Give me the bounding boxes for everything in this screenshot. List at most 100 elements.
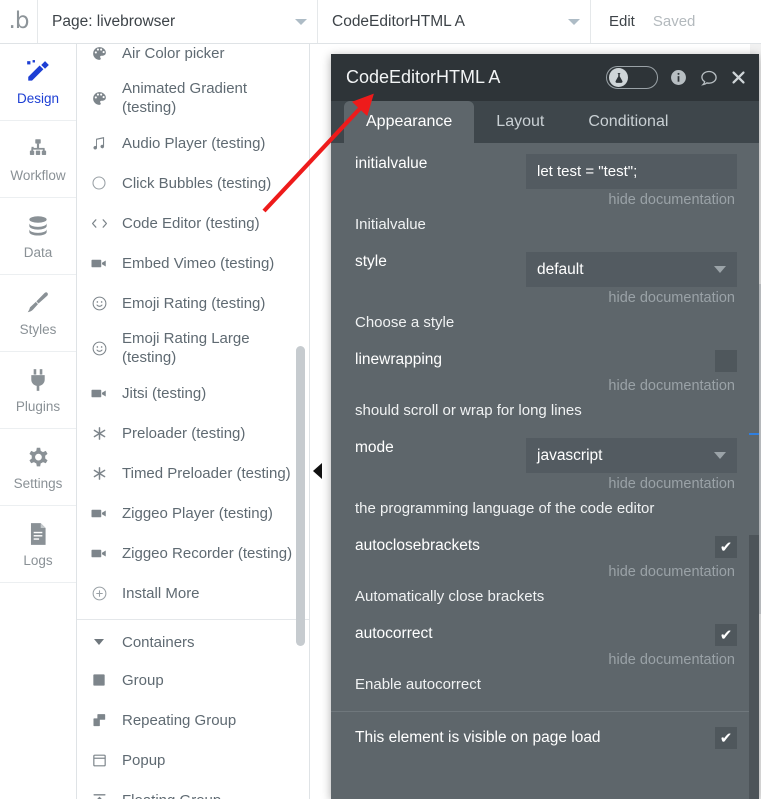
sidebar-item-logs[interactable]: Logs	[0, 506, 76, 583]
bubble-logo[interactable]: .b	[0, 0, 38, 43]
sidebar-item-label: Logs	[23, 552, 53, 568]
panel-gutter	[309, 44, 331, 799]
property-row-visible-on-load: This element is visible on page load ✔	[331, 712, 759, 749]
list-item[interactable]: Repeating Group	[77, 700, 309, 740]
autocorrect-checkbox[interactable]: ✔	[715, 624, 737, 646]
property-editor-scrollbar-thumb[interactable]	[749, 143, 759, 535]
list-item[interactable]: Popup	[77, 740, 309, 780]
property-row-autocorrect: autocorrect ✔ hide documentation Enable …	[331, 613, 759, 701]
video-camera-icon	[89, 387, 109, 400]
sidebar-item-label: Settings	[13, 475, 63, 491]
mode-select[interactable]: javascript	[526, 438, 737, 473]
palette-icon	[89, 90, 109, 107]
property-editor-tabs: Appearance Layout Conditional	[331, 101, 759, 143]
page-selector-label: Page: livebrowser	[52, 12, 176, 30]
tab-appearance[interactable]: Appearance	[344, 101, 475, 143]
tab-label: Conditional	[588, 113, 669, 130]
popup-window-icon	[89, 752, 109, 769]
sidebar-item-styles[interactable]: Styles	[0, 275, 76, 352]
bubble-editor-window: .b Page: livebrowser CodeEditorHTML A Ed…	[0, 0, 761, 799]
asterisk-icon	[89, 465, 109, 482]
list-item[interactable]: Ziggeo Recorder (testing)	[77, 533, 309, 573]
tab-label: Appearance	[366, 113, 453, 130]
hide-documentation-link[interactable]: hide documentation	[355, 192, 737, 208]
sidebar-item-design[interactable]: Design	[0, 44, 76, 121]
list-section-containers[interactable]: Containers	[77, 624, 309, 660]
list-item-label: Code Editor (testing)	[122, 214, 260, 232]
element-selector-label: CodeEditorHTML A	[332, 12, 465, 30]
list-item[interactable]: Click Bubbles (testing)	[77, 163, 309, 203]
tab-label: Layout	[496, 113, 545, 130]
sidebar-item-data[interactable]: Data	[0, 198, 76, 275]
close-icon[interactable]	[730, 69, 747, 86]
chevron-down-icon	[568, 18, 580, 25]
list-item-label: Popup	[122, 751, 166, 769]
sidebar-item-workflow[interactable]: Workflow	[0, 121, 76, 198]
list-item-install-more[interactable]: Install More	[77, 573, 309, 613]
sidebar-item-settings[interactable]: Settings	[0, 429, 76, 506]
property-label: linewrapping	[355, 351, 443, 368]
plus-circle-icon	[89, 585, 109, 602]
initialvalue-input[interactable]: let test = "test";	[526, 154, 737, 189]
music-note-icon	[89, 135, 109, 151]
sidebar-item-label: Design	[16, 90, 60, 106]
list-item[interactable]: Audio Player (testing)	[77, 123, 309, 163]
scrollbar-marker	[749, 433, 759, 435]
video-camera-icon	[89, 257, 109, 270]
list-item-label: Jitsi (testing)	[122, 384, 207, 402]
linewrapping-checkbox[interactable]	[715, 350, 737, 372]
tab-conditional[interactable]: Conditional	[566, 101, 690, 143]
style-select-value: default	[537, 260, 584, 278]
property-description: the programming language of the code edi…	[355, 500, 655, 517]
list-item[interactable]: Floating Group	[77, 780, 309, 799]
list-item[interactable]: Air Color picker	[77, 44, 309, 73]
property-description: Initialvalue	[355, 216, 426, 233]
element-list-scrollbar[interactable]	[296, 44, 307, 799]
hide-documentation-link[interactable]: hide documentation	[355, 564, 737, 580]
property-row-autoclosebrackets: autoclosebrackets ✔ hide documentation A…	[331, 525, 759, 613]
element-selector[interactable]: CodeEditorHTML A	[318, 0, 591, 43]
test-mode-toggle[interactable]	[606, 66, 658, 89]
autoclosebrackets-checkbox[interactable]: ✔	[715, 536, 737, 558]
list-item-label: Click Bubbles (testing)	[122, 174, 272, 192]
list-item[interactable]: Animated Gradient (testing)	[77, 73, 309, 123]
hide-documentation-link[interactable]: hide documentation	[355, 290, 737, 306]
list-divider	[77, 619, 309, 620]
comment-icon[interactable]	[699, 68, 719, 88]
sidebar-item-plugins[interactable]: Plugins	[0, 352, 76, 429]
list-item[interactable]: Group	[77, 660, 309, 700]
edit-button[interactable]: Edit	[609, 13, 635, 30]
list-item[interactable]: Jitsi (testing)	[77, 373, 309, 413]
property-row-mode: mode javascript hide documentation the p…	[331, 427, 759, 525]
sidebar-item-label: Plugins	[15, 398, 61, 414]
info-icon[interactable]	[669, 68, 688, 87]
list-item-label: Floating Group	[122, 791, 221, 799]
workflow-tree-icon	[29, 138, 47, 155]
tab-layout[interactable]: Layout	[474, 101, 566, 143]
list-item[interactable]: Timed Preloader (testing)	[77, 453, 309, 493]
checkmark-icon: ✔	[719, 625, 733, 644]
hide-documentation-link[interactable]: hide documentation	[355, 652, 737, 668]
list-item[interactable]: Preloader (testing)	[77, 413, 309, 453]
top-bar-actions: Edit Saved	[591, 13, 695, 30]
hide-documentation-link[interactable]: hide documentation	[355, 476, 737, 492]
top-bar: .b Page: livebrowser CodeEditorHTML A Ed…	[0, 0, 761, 44]
list-item[interactable]: Embed Vimeo (testing)	[77, 243, 309, 283]
style-select[interactable]: default	[526, 252, 737, 287]
hide-documentation-link[interactable]: hide documentation	[355, 378, 737, 394]
page-title: CodeEditorHTML A	[346, 67, 501, 87]
list-item[interactable]: Ziggeo Player (testing)	[77, 493, 309, 533]
list-section-label: Containers	[122, 633, 195, 651]
collapse-left-arrow-icon[interactable]	[313, 463, 322, 479]
property-editor-scrollbar[interactable]	[749, 143, 759, 799]
list-item[interactable]: Code Editor (testing)	[77, 203, 309, 243]
element-list-scrollbar-thumb[interactable]	[296, 346, 305, 646]
visible-on-load-checkbox[interactable]: ✔	[715, 727, 737, 749]
element-palette-list[interactable]: Air Color picker Animated Gradient (test…	[77, 44, 309, 799]
property-description: Choose a style	[355, 314, 455, 331]
list-item[interactable]: Emoji Rating (testing)	[77, 283, 309, 323]
page-selector[interactable]: Page: livebrowser	[38, 0, 318, 43]
video-camera-icon	[89, 547, 109, 560]
list-item-label: Air Color picker	[122, 44, 225, 62]
list-item[interactable]: Emoji Rating Large (testing)	[77, 323, 309, 373]
